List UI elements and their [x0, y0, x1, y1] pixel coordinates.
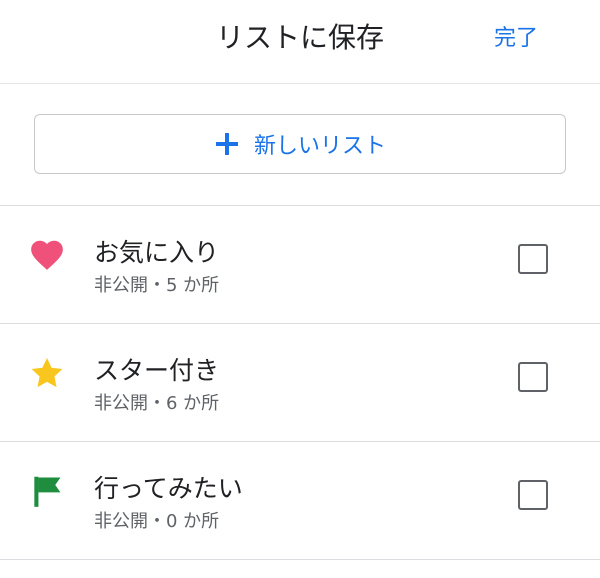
saved-lists: お気に入り 非公開・5 か所 スター付き 非公開・6 か所 行ってみたい 非公開…	[0, 206, 600, 560]
starred-checkbox[interactable]	[518, 362, 548, 392]
favorites-checkbox[interactable]	[518, 244, 548, 274]
list-item-meta: 非公開・0 か所	[94, 511, 220, 532]
star-icon	[31, 357, 63, 388]
top-bar: リストに保存 完了	[0, 0, 600, 84]
list-item-name: スター付き	[94, 356, 220, 385]
list-item-starred[interactable]: スター付き 非公開・6 か所	[0, 324, 600, 442]
list-item-meta: 非公開・6 か所	[94, 393, 220, 414]
new-list-label: 新しいリスト	[253, 134, 386, 159]
plus-icon	[215, 133, 238, 155]
list-item-want-to-go[interactable]: 行ってみたい 非公開・0 か所	[0, 442, 600, 560]
flag-icon	[34, 476, 61, 507]
done-button[interactable]: 完了	[494, 24, 538, 54]
heart-icon	[31, 240, 63, 270]
list-item-favorites[interactable]: お気に入り 非公開・5 か所	[0, 206, 600, 324]
new-list-button[interactable]: 新しいリスト	[34, 114, 566, 174]
want-to-go-checkbox[interactable]	[518, 480, 548, 510]
list-item-meta: 非公開・5 か所	[94, 275, 220, 296]
list-item-name: 行ってみたい	[94, 474, 243, 503]
list-item-name: お気に入り	[94, 238, 220, 267]
